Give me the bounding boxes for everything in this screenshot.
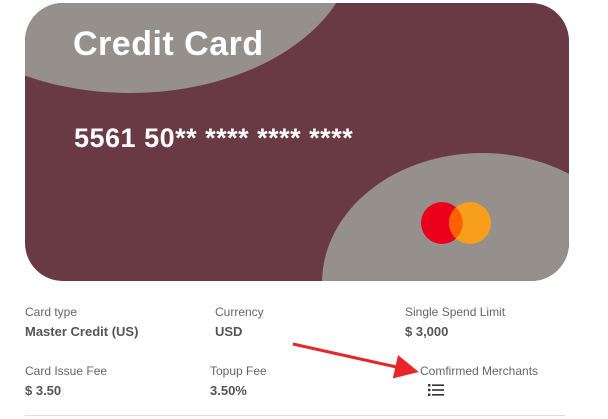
bottom-divider: [25, 415, 565, 416]
currency-value: USD: [215, 324, 243, 339]
credit-card-page: Credit Card 5561 50** **** **** **** Car…: [0, 0, 608, 419]
card-title: Credit Card: [73, 25, 264, 63]
detail-card-type: Card type Master Credit (US): [25, 305, 138, 339]
card-type-value: Master Credit (US): [25, 324, 139, 339]
topup-fee-value: 3.50%: [210, 383, 247, 398]
currency-label: Currency: [215, 305, 264, 319]
credit-card: Credit Card 5561 50** **** **** ****: [25, 3, 569, 281]
topup-fee-label: Topup Fee: [210, 364, 267, 378]
mastercard-logo-icon: [421, 202, 491, 244]
list-icon[interactable]: [428, 383, 444, 397]
detail-topup-fee: Topup Fee 3.50%: [210, 364, 267, 398]
detail-single-spend-limit: Single Spend Limit $ 3,000: [405, 305, 505, 339]
detail-confirmed-merchants: Comfirmed Merchants: [420, 364, 538, 397]
card-number: 5561 50** **** **** ****: [74, 123, 354, 153]
detail-currency: Currency USD: [215, 305, 264, 339]
card-type-label: Card type: [25, 305, 78, 319]
single-spend-limit-value: $ 3,000: [405, 324, 449, 339]
card-issue-fee-value: $ 3.50: [25, 383, 62, 398]
confirmed-merchants-label: Comfirmed Merchants: [420, 364, 539, 378]
detail-card-issue-fee: Card Issue Fee $ 3.50: [25, 364, 107, 398]
single-spend-limit-label: Single Spend Limit: [405, 305, 506, 319]
card-issue-fee-label: Card Issue Fee: [25, 364, 108, 378]
